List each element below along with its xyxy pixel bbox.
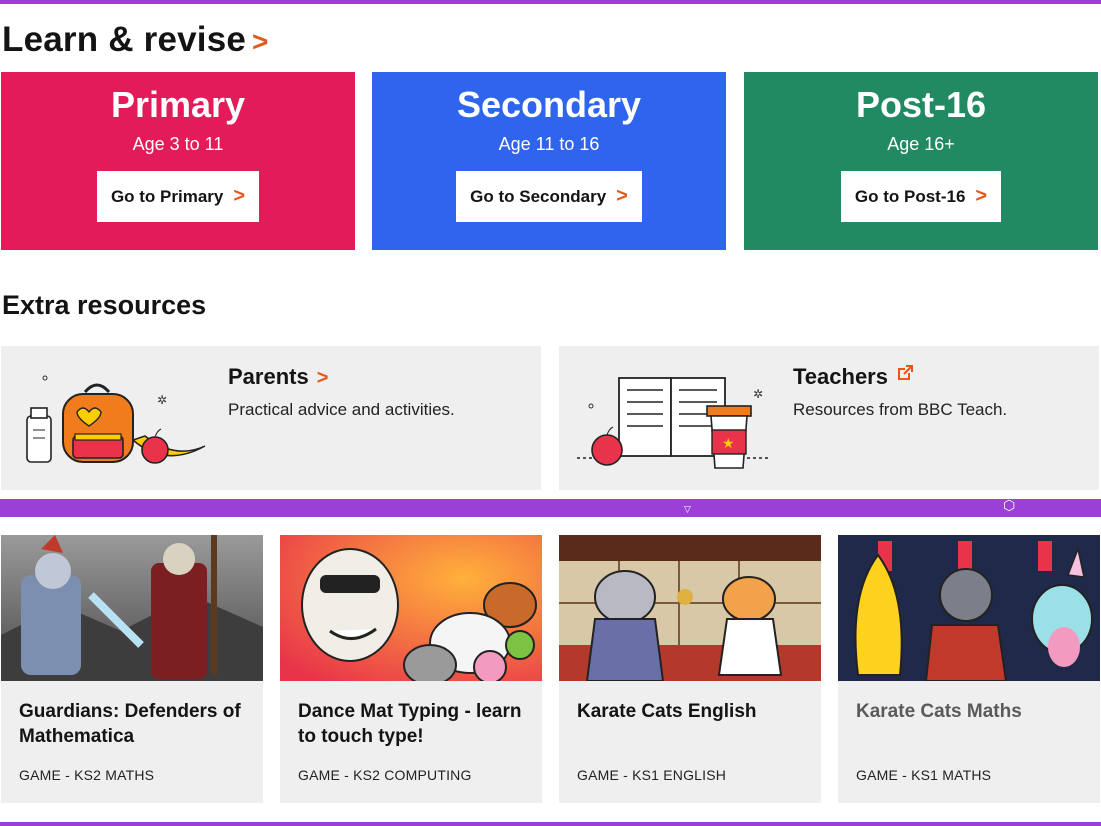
guardians-thumbnail[interactable]: [1, 535, 263, 681]
chevron-right-icon[interactable]: >: [317, 367, 329, 389]
svg-text:✲: ✲: [753, 387, 763, 401]
chevron-right-icon: >: [616, 185, 628, 207]
learn-revise-heading[interactable]: Learn & revise >: [2, 20, 269, 60]
game-title[interactable]: Guardians: Defenders of Mathematica: [19, 699, 249, 749]
go-to-post16-button[interactable]: Go to Post-16 >: [840, 171, 1002, 222]
go-to-secondary-button[interactable]: Go to Secondary >: [456, 171, 642, 222]
phase-name: Primary: [110, 84, 246, 125]
game-card-dance-mat[interactable]: Dance Mat Typing - learn to touch type! …: [280, 535, 542, 803]
learn-revise-title[interactable]: Learn & revise: [2, 20, 246, 59]
top-accent-bar: [0, 0, 1101, 4]
external-link-icon[interactable]: [896, 364, 914, 382]
phase-name: Secondary: [456, 84, 642, 125]
button-label: Go to Secondary: [470, 187, 607, 206]
parents-title[interactable]: Parents: [228, 364, 309, 390]
dance-mat-thumbnail[interactable]: [280, 535, 542, 686]
notebook-coffee-illustration: ✲ ★: [577, 377, 771, 469]
phase-age: Age 16+: [887, 134, 955, 154]
teachers-description: Resources from BBC Teach.: [793, 400, 1008, 419]
game-title[interactable]: Karate Cats Maths: [856, 699, 1086, 724]
teachers-card[interactable]: ✲ ★ Teachers Resources from BBC Teach.: [559, 346, 1099, 490]
game-title[interactable]: Karate Cats English: [577, 699, 807, 724]
button-label: Go to Primary: [110, 187, 224, 206]
game-meta: GAME - KS1 ENGLISH: [577, 767, 727, 783]
phase-name: Post-16: [855, 84, 987, 125]
chevron-right-icon: >: [975, 185, 988, 207]
game-meta: GAME - KS1 MATHS: [856, 767, 992, 783]
phase-card-post16: Post-16 Age 16+ Go to Post-16 >: [744, 72, 1098, 250]
karate-cats-english-thumbnail[interactable]: [559, 535, 821, 682]
hexagon-icon: ⬡: [1003, 497, 1016, 513]
karate-cats-maths-thumbnail[interactable]: [838, 535, 1100, 682]
go-to-primary-button[interactable]: Go to Primary >: [96, 171, 260, 222]
game-meta: GAME - KS2 MATHS: [19, 767, 155, 783]
game-meta: GAME - KS2 COMPUTING: [298, 767, 472, 783]
bottom-accent-bar: [0, 822, 1101, 826]
triangle-down-icon: ▽: [684, 504, 691, 514]
parents-card[interactable]: ✲ Parents > Practical advice and activiti…: [1, 346, 541, 490]
phase-card-secondary: Secondary Age 11 to 16 Go to Secondary >: [372, 72, 726, 250]
phase-age: Age 3 to 11: [132, 134, 224, 154]
carousel-divider-band: [0, 499, 1101, 517]
teachers-title[interactable]: Teachers: [793, 364, 888, 390]
phase-card-primary: Primary Age 3 to 11 Go to Primary >: [1, 72, 355, 250]
game-card-guardians[interactable]: Guardians: Defenders of Mathematica GAME…: [1, 535, 263, 803]
chevron-right-icon[interactable]: >: [252, 26, 269, 57]
phase-age: Age 11 to 16: [498, 134, 600, 154]
parents-description: Practical advice and activities.: [228, 400, 455, 419]
button-label: Go to Post-16: [854, 187, 966, 206]
svg-text:★: ★: [722, 435, 735, 451]
game-card-karate-cats-english[interactable]: Karate Cats English GAME - KS1 ENGLISH: [559, 535, 821, 803]
game-title[interactable]: Dance Mat Typing - learn to touch type!: [298, 699, 528, 749]
extra-resources-heading: Extra resources: [2, 290, 207, 320]
chevron-right-icon: >: [233, 185, 246, 207]
game-card-karate-cats-maths[interactable]: Karate Cats Maths GAME - KS1 MATHS: [838, 535, 1100, 803]
backpack-illustration: ✲: [26, 375, 206, 464]
svg-text:✲: ✲: [157, 393, 167, 407]
